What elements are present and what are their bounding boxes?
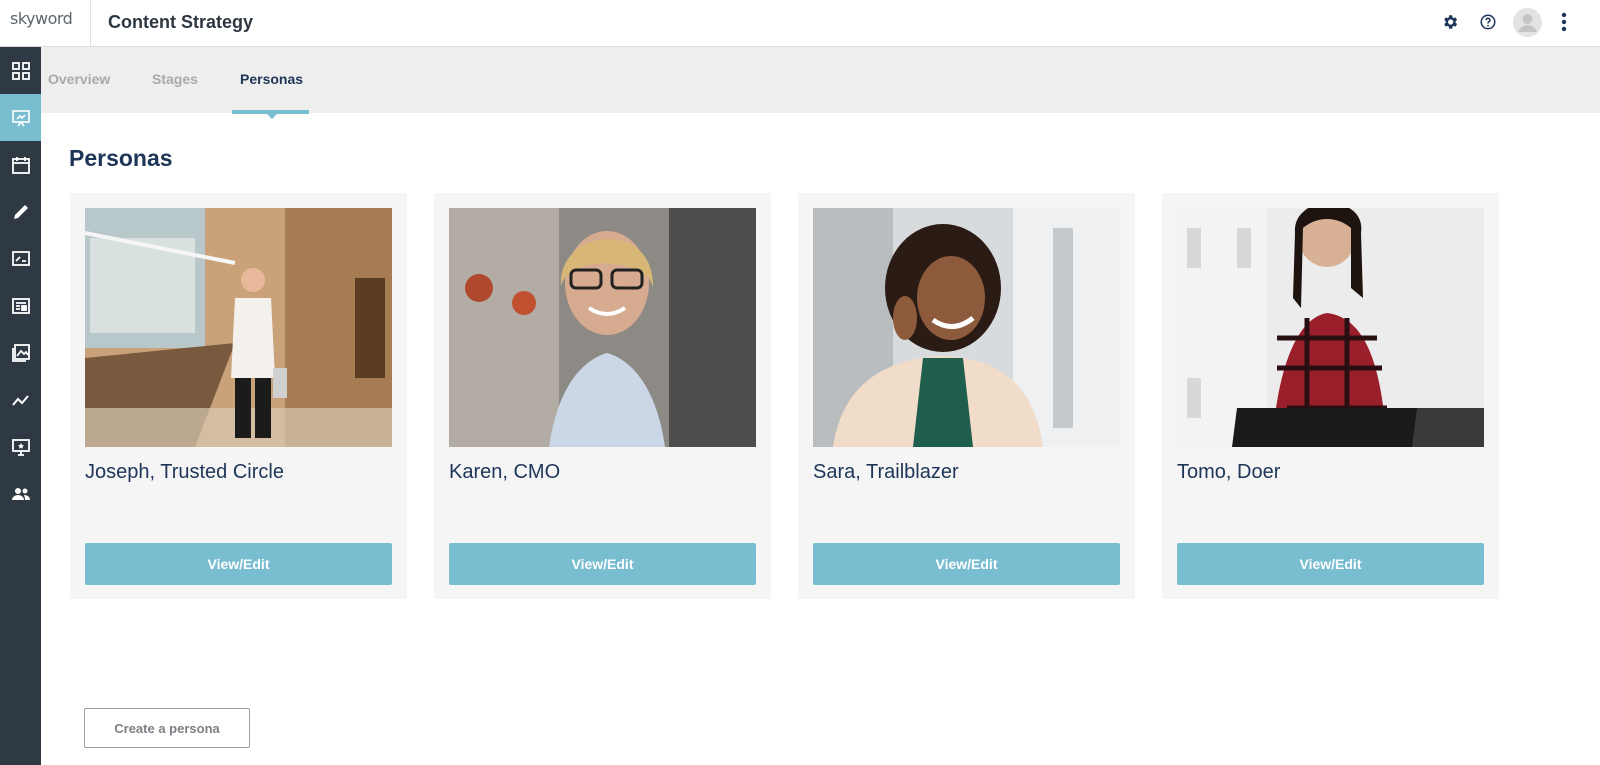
persona-photo [85,208,392,447]
persona-card: Karen, CMO View/Edit [434,193,771,599]
logo-text: skyword [10,9,73,28]
logo[interactable]: skyword [0,0,91,47]
persona-card: Sara, Trailblazer View/Edit [798,193,1135,599]
persona-photo [449,208,756,447]
signature-icon[interactable] [0,235,41,282]
sub-nav: Overview Stages Personas [41,47,1600,113]
persona-card: Joseph, Trusted Circle View/Edit [70,193,407,599]
persona-name: Joseph, Trusted Circle [85,461,284,483]
persona-card: Tomo, Doer View/Edit [1162,193,1499,599]
view-edit-button[interactable]: View/Edit [449,543,756,585]
dashboard-grid-icon[interactable] [0,47,41,94]
more-vertical-icon[interactable] [1553,11,1575,33]
view-edit-button[interactable]: View/Edit [813,543,1120,585]
page-header-title: Content Strategy [108,12,254,32]
active-tab-caret [266,113,278,119]
sidebar [0,47,41,765]
persona-name: Karen, CMO [449,461,561,483]
image-gallery-icon[interactable] [0,329,41,376]
gear-icon[interactable] [1439,11,1461,33]
view-edit-button[interactable]: View/Edit [85,543,392,585]
presentation-icon[interactable] [0,94,41,141]
calendar-icon[interactable] [0,141,41,188]
persona-name: Sara, Trailblazer [813,461,959,483]
view-edit-button[interactable]: View/Edit [1177,543,1484,585]
persona-name: Tomo, Doer [1177,461,1281,483]
people-icon[interactable] [0,470,41,517]
persona-photo [1177,208,1484,447]
help-icon[interactable] [1477,11,1499,33]
screen-star-icon[interactable] [0,423,41,470]
avatar[interactable] [1513,8,1542,37]
analytics-icon[interactable] [0,376,41,423]
page-title: Personas [69,145,173,171]
document-icon[interactable] [0,282,41,329]
create-persona-button[interactable]: Create a persona [84,708,250,748]
tab-personas[interactable]: Personas [240,71,303,87]
tab-overview[interactable]: Overview [48,71,110,87]
persona-photo [813,208,1120,447]
pencil-icon[interactable] [0,188,41,235]
tab-stages[interactable]: Stages [152,71,198,87]
top-bar: skyword Content Strategy [0,0,1600,47]
